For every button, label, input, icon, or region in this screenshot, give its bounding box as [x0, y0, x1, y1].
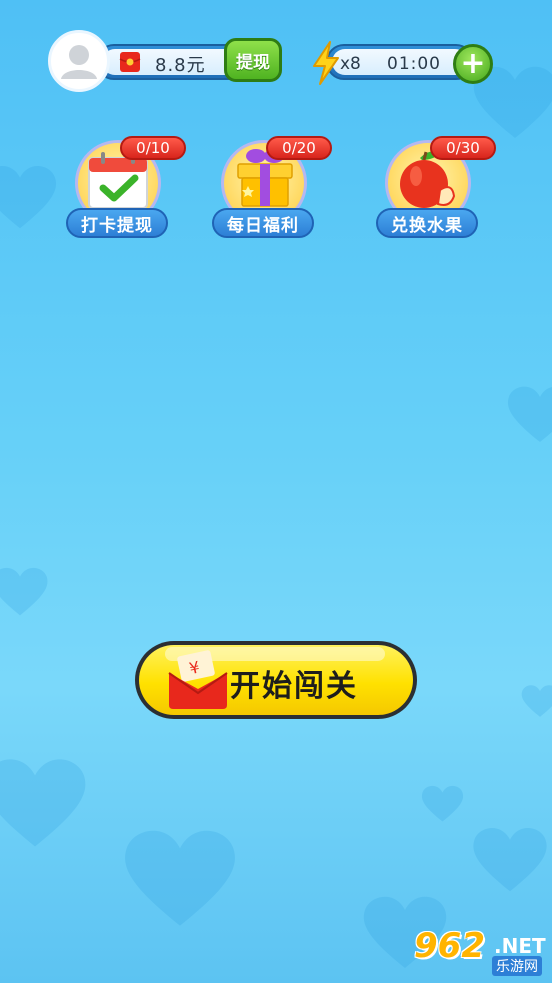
red-envelope-icon — [119, 52, 141, 72]
watermark-net: .NET — [494, 934, 546, 958]
feature-label: 每日福利 — [212, 208, 314, 238]
feature-checkin-withdraw[interactable]: 0/10 打卡提现 — [66, 136, 186, 240]
background-heart-icon — [507, 386, 552, 443]
feature-label: 打卡提现 — [66, 208, 168, 238]
energy-timer: 01:00 — [387, 54, 441, 74]
background-heart-icon — [473, 827, 547, 892]
add-energy-button[interactable]: + — [453, 44, 493, 84]
energy-count: x8 — [340, 54, 361, 74]
start-button-label: 开始闯关 — [230, 669, 358, 704]
user-icon — [61, 45, 97, 79]
background-heart-icon — [521, 685, 552, 717]
progress-badge: 0/30 — [430, 136, 496, 160]
red-envelope-icon: ¥ — [168, 650, 228, 709]
background-heart-icon — [0, 166, 56, 229]
watermark-number: 962 — [414, 926, 485, 966]
avatar[interactable] — [48, 30, 110, 92]
background-heart-icon — [125, 830, 235, 926]
background-heart-icon — [0, 759, 86, 847]
background-heart-icon — [421, 785, 464, 822]
lightning-icon — [313, 41, 339, 85]
feature-daily-bonus[interactable]: 0/20 每日福利 — [212, 136, 332, 240]
feature-label: 兑换水果 — [376, 208, 478, 238]
start-level-button[interactable]: ¥ 开始闯关 — [135, 641, 417, 719]
withdraw-button[interactable]: 提现 — [224, 38, 282, 82]
progress-badge: 0/10 — [120, 136, 186, 160]
site-watermark: 962 .NET 乐游网 — [414, 926, 546, 978]
feature-exchange-fruit[interactable]: 0/30 兑换水果 — [376, 136, 496, 240]
progress-badge: 0/20 — [266, 136, 332, 160]
balance-amount: 8.8元 — [155, 55, 206, 76]
watermark-site: 乐游网 — [492, 956, 542, 976]
background-heart-icon — [0, 567, 48, 616]
